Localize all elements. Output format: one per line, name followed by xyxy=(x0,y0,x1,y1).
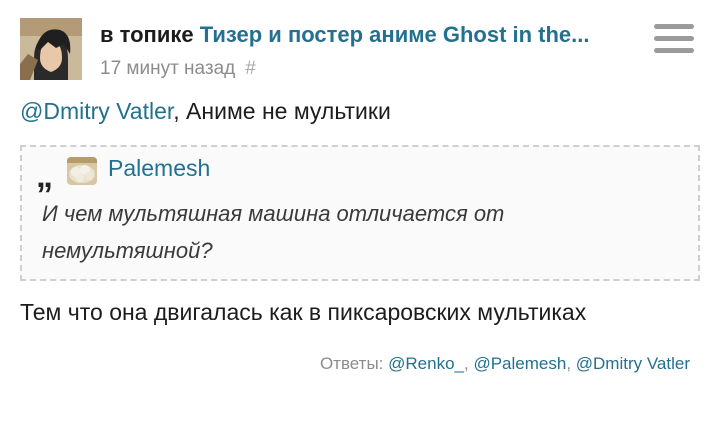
replies-line: Ответы: @Renko_, @Palemesh, @Dmitry Vatl… xyxy=(320,352,690,376)
quote-author-avatar[interactable] xyxy=(67,157,97,185)
reply-separator: , xyxy=(566,354,576,373)
reply-link[interactable]: @Dmitry Vatler xyxy=(576,354,690,373)
quote-icon: „ xyxy=(36,157,53,195)
comment-header: в топике Тизер и постер аниме Ghost in t… xyxy=(20,18,700,88)
mention-link[interactable]: @Dmitry Vatler xyxy=(20,98,173,124)
topic-prefix: в топике xyxy=(100,22,194,47)
reply-link[interactable]: @Palemesh xyxy=(473,354,566,373)
avatar[interactable] xyxy=(20,18,82,80)
comment-text: , Аниме не мультики xyxy=(173,98,391,124)
comment-body: Тем что она двигалась как в пиксаровских… xyxy=(20,299,587,325)
comment-meta: 17 минут назад # xyxy=(100,56,256,82)
quote-text: И чем мультяшная машина отличается от не… xyxy=(42,201,505,263)
topic-link[interactable]: Тизер и постер аниме Ghost in the... xyxy=(200,22,590,47)
replies-label: Ответы: xyxy=(319,354,384,373)
timestamp: 17 минут назад xyxy=(100,58,236,79)
quote-block: „ Palemesh И чем мультяшная машина отлич… xyxy=(20,145,700,281)
permalink-hash[interactable]: # xyxy=(245,58,256,79)
quote-author-link[interactable]: Palemesh xyxy=(108,153,210,183)
reply-link[interactable]: @Renko_ xyxy=(388,354,464,373)
comment-first-line: @Dmitry Vatler, Аниме не мультики xyxy=(20,96,391,126)
topic-title-line: в топике Тизер и постер аниме Ghost in t… xyxy=(100,21,640,49)
menu-icon[interactable] xyxy=(654,24,694,56)
